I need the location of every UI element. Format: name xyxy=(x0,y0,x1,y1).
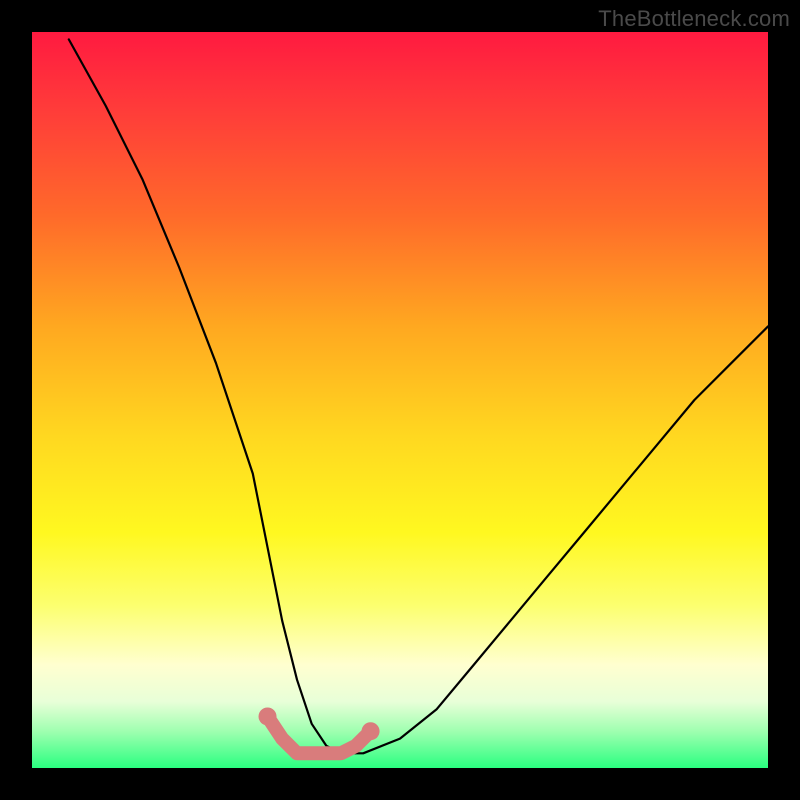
plot-area xyxy=(32,32,768,768)
bottleneck-curve xyxy=(69,39,768,753)
watermark-text: TheBottleneck.com xyxy=(598,6,790,32)
chart-frame: TheBottleneck.com xyxy=(0,0,800,800)
chart-svg xyxy=(32,32,768,768)
optimal-zone-end-right xyxy=(362,722,380,740)
optimal-zone-end-left xyxy=(259,707,277,725)
